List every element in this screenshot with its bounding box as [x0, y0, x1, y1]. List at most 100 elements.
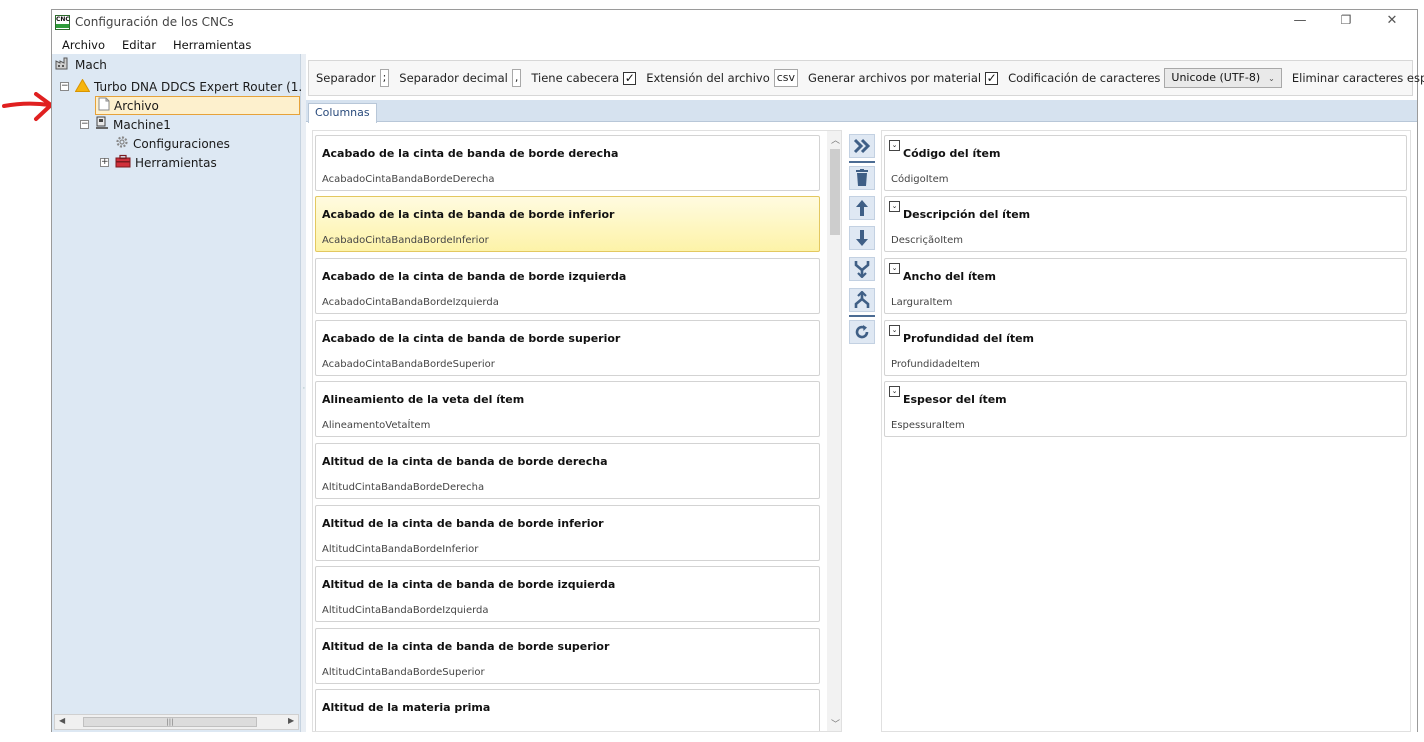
scroll-right-icon[interactable]: ▶: [288, 716, 294, 725]
list-item[interactable]: ⌄ Ancho del ítem LarguraItem: [884, 258, 1407, 314]
file-options-toolbar: Separador ; Separador decimal , Tiene ca…: [308, 60, 1424, 96]
extension-label: Extensión del archivo: [646, 71, 770, 85]
warning-icon: [74, 78, 91, 95]
column-title: Acabado de la cinta de banda de borde de…: [322, 147, 619, 160]
arrow-up-icon: [856, 200, 868, 216]
app-logo-icon: CNC: [55, 15, 70, 30]
toolbox-icon: [115, 154, 131, 171]
tree-item-configuraciones[interactable]: Configuraciones: [115, 134, 230, 153]
list-item[interactable]: Acabado de la cinta de banda de borde de…: [315, 135, 820, 191]
machine-icon: [95, 116, 109, 133]
column-field: AltitudCintaBandaBordeInferior: [322, 544, 479, 555]
collapse-chevron-icon[interactable]: ⌄: [889, 386, 900, 397]
minimize-button[interactable]: —: [1290, 13, 1310, 31]
separator-label: Separador: [316, 71, 376, 85]
move-up-button[interactable]: [849, 196, 875, 220]
list-item[interactable]: Alineamiento de la veta del ítem Alineam…: [315, 381, 820, 437]
tree-label-herramientas: Herramientas: [135, 155, 217, 170]
app-window: CNC Configuración de los CNCs — ❐ ✕ Arch…: [51, 9, 1424, 732]
trash-icon: [856, 169, 868, 186]
list-item[interactable]: ⌄ Código del ítem CódigoItem: [884, 135, 1407, 191]
column-title: Ancho del ítem: [903, 270, 996, 283]
list-item[interactable]: Altitud de la cinta de banda de borde su…: [315, 628, 820, 684]
list-item[interactable]: ⌄ Profundidad del ítem ProfundidadeItem: [884, 320, 1407, 376]
scroll-thumb[interactable]: |||: [83, 717, 257, 727]
available-columns-list: Acabado de la cinta de banda de borde de…: [312, 130, 842, 732]
encoding-select[interactable]: Unicode (UTF-8) ⌄: [1164, 68, 1282, 88]
list-item[interactable]: Acabado de la cinta de banda de borde in…: [315, 196, 820, 252]
selected-columns-list: ⌄ Código del ítem CódigoItem ⌄ Descripci…: [881, 130, 1411, 732]
collapse-chevron-icon[interactable]: ⌄: [889, 325, 900, 336]
collapse-chevron-icon[interactable]: ⌄: [889, 201, 900, 212]
add-all-button[interactable]: [849, 134, 875, 158]
close-button[interactable]: ✕: [1382, 13, 1402, 31]
scroll-up-icon[interactable]: ︿: [831, 133, 840, 146]
list-item[interactable]: Acabado de la cinta de banda de borde iz…: [315, 258, 820, 314]
decimal-separator-input[interactable]: ,: [511, 69, 522, 87]
column-title: Alineamiento de la veta del ítem: [322, 393, 525, 406]
file-icon: [98, 97, 110, 114]
split-button[interactable]: [849, 288, 875, 312]
column-field: AcabadoCintaBandaBordeDerecha: [322, 174, 495, 185]
scroll-down-icon[interactable]: ﹀: [831, 717, 840, 730]
list-item[interactable]: Altitud de la cinta de banda de borde de…: [315, 443, 820, 499]
column-title: Descripción del ítem: [903, 208, 1031, 221]
split-icon: [854, 291, 870, 308]
tree-label-archivo: Archivo: [114, 98, 159, 113]
column-field: ProfundidadeItem: [891, 359, 980, 370]
scroll-left-icon[interactable]: ◀: [59, 716, 65, 725]
column-field: AltitudCintaBandaBordeDerecha: [322, 482, 485, 493]
list-item[interactable]: Altitud de la materia prima: [315, 689, 820, 731]
list-item[interactable]: Altitud de la cinta de banda de borde iz…: [315, 566, 820, 622]
delete-button[interactable]: [849, 166, 875, 190]
menu-archivo[interactable]: Archivo: [62, 38, 105, 52]
tree-label-router: Turbo DNA DDCS Expert Router (1.0): [94, 79, 315, 94]
tree-item-herramientas[interactable]: + Herramientas: [100, 153, 217, 172]
collapse-chevron-icon[interactable]: ⌄: [889, 263, 900, 274]
list-item[interactable]: ⌄ Espesor del ítem EspessuraItem: [884, 381, 1407, 437]
archivo-settings-panel: Separador ; Separador decimal , Tiene ca…: [306, 54, 1424, 732]
column-field: AltitudCintaBandaBordeIzquierda: [322, 605, 489, 616]
refresh-button[interactable]: [849, 320, 875, 344]
header-checkbox[interactable]: ✓: [623, 71, 637, 85]
remove-special-label: Eliminar caracteres especiales: [1291, 71, 1424, 85]
collapse-icon[interactable]: −: [80, 120, 89, 129]
move-down-button[interactable]: [849, 226, 875, 250]
columns-vertical-scrollbar[interactable]: ︿ ﹀: [827, 131, 841, 731]
double-chevron-right-icon: [853, 138, 871, 154]
column-title: Acabado de la cinta de banda de borde iz…: [322, 270, 627, 283]
expand-icon[interactable]: +: [100, 158, 109, 167]
collapse-chevron-icon[interactable]: ⌄: [889, 140, 900, 151]
column-title: Profundidad del ítem: [903, 332, 1035, 345]
column-field: LarguraItem: [891, 297, 953, 308]
tree-item-archivo[interactable]: Archivo: [95, 96, 300, 115]
annotation-arrow-icon: [2, 92, 53, 121]
per-material-checkbox[interactable]: ✓: [985, 71, 999, 85]
tab-columnas[interactable]: Columnas: [308, 103, 377, 123]
column-title: Altitud de la cinta de banda de borde in…: [322, 517, 604, 530]
encoding-value: Unicode (UTF-8): [1171, 71, 1261, 84]
list-item[interactable]: Altitud de la cinta de banda de borde in…: [315, 505, 820, 561]
menu-editar[interactable]: Editar: [122, 38, 156, 52]
separator-input[interactable]: ;: [379, 69, 390, 87]
column-field: AcabadoCintaBandaBordeIzquierda: [322, 297, 499, 308]
restore-button[interactable]: ❐: [1336, 13, 1356, 31]
tab-strip: Columnas: [306, 100, 1417, 123]
tree-item-machine1[interactable]: − Machine1: [80, 115, 171, 134]
list-item[interactable]: Acabado de la cinta de banda de borde su…: [315, 320, 820, 376]
column-title: Acabado de la cinta de banda de borde su…: [322, 332, 621, 345]
tree-item-mach[interactable]: Mach: [55, 55, 107, 74]
tree-horizontal-scrollbar[interactable]: ◀ ||| ▶: [54, 714, 299, 730]
extension-input[interactable]: csv: [773, 69, 799, 87]
collapse-icon[interactable]: −: [60, 82, 69, 91]
gear-icon: [115, 135, 129, 152]
list-item[interactable]: ⌄ Descripción del ítem DescriçãoItem: [884, 196, 1407, 252]
refresh-icon: [855, 325, 869, 339]
merge-button[interactable]: [849, 257, 875, 281]
scroll-thumb[interactable]: [830, 149, 840, 235]
window-title: Configuración de los CNCs: [75, 15, 234, 29]
menu-bar: Archivo Editar Herramientas: [52, 36, 1417, 54]
menu-herramientas[interactable]: Herramientas: [173, 38, 251, 52]
column-field: AltitudCintaBandaBordeSuperior: [322, 667, 485, 678]
tree-item-router[interactable]: − Turbo DNA DDCS Expert Router (1.0): [60, 77, 315, 96]
